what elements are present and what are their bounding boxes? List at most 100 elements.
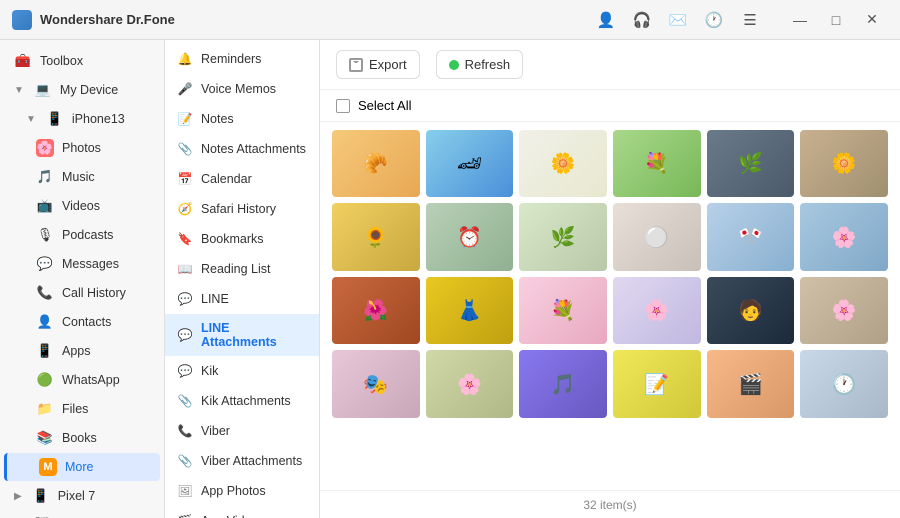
mid-item-bookmarks[interactable]: 🔖 Bookmarks — [165, 224, 319, 254]
safari-history-icon: 🧭 — [177, 201, 193, 217]
sidebar-item-my-device[interactable]: ▼ 💻 My Device — [4, 76, 160, 104]
photo-cell-p5[interactable]: 🌿 — [707, 130, 795, 197]
kik-attachments-icon: 📎 — [177, 393, 193, 409]
mid-item-line[interactable]: 💬 LINE — [165, 284, 319, 314]
sidebar-item-files[interactable]: 📁 Files — [4, 395, 160, 423]
iphone13-chevron: ▼ — [26, 114, 36, 125]
photo-cell-p20[interactable]: 🌸 — [426, 350, 514, 417]
sidebar-item-videos[interactable]: 📺 Videos — [4, 192, 160, 220]
sidebar-item-more[interactable]: M More — [4, 453, 160, 481]
sidebar: 🧰 Toolbox ▼ 💻 My Device ▼ 📱 iPhone13 🌸 P… — [0, 40, 165, 518]
photo-cell-p19[interactable]: 🎭 — [332, 350, 420, 417]
line-icon: 💬 — [177, 291, 193, 307]
photo-cell-p18[interactable]: 🌸 — [800, 277, 888, 344]
reading-list-icon: 📖 — [177, 261, 193, 277]
mid-item-app-photos[interactable]: 🖼 App Photos — [165, 476, 319, 506]
photo-cell-p8[interactable]: ⏰ — [426, 203, 514, 270]
app-photos-icon: 🖼 — [177, 483, 193, 499]
photo-cell-p9[interactable]: 🌿 — [519, 203, 607, 270]
maximize-button[interactable]: □ — [820, 6, 852, 34]
export-icon — [349, 58, 363, 72]
photo-cell-p12[interactable]: 🌸 — [800, 203, 888, 270]
photo-cell-p4[interactable]: 💐 — [613, 130, 701, 197]
app-icon — [12, 10, 32, 30]
bookmarks-label: Bookmarks — [201, 232, 264, 246]
photo-cell-p7[interactable]: 🌻 — [332, 203, 420, 270]
menu-icon[interactable]: ☰ — [736, 6, 764, 34]
mid-item-viber[interactable]: 📞 Viber — [165, 416, 319, 446]
mid-item-notes[interactable]: 📝 Notes — [165, 104, 319, 134]
sidebar-item-contacts[interactable]: 👤 Contacts — [4, 308, 160, 336]
sidebar-item-photos[interactable]: 🌸 Photos — [4, 134, 160, 162]
mid-item-line-attachments[interactable]: 💬 LINE Attachments — [165, 314, 319, 356]
sidebar-item-apps[interactable]: 📱 Apps — [4, 337, 160, 365]
sidebar-item-toolbox[interactable]: 🧰 Toolbox — [4, 47, 160, 75]
mid-item-safari-history[interactable]: 🧭 Safari History — [165, 194, 319, 224]
select-all-row: Select All — [320, 90, 900, 122]
sidebar-item-podcasts[interactable]: 🎙 Podcasts — [4, 221, 160, 249]
close-button[interactable]: ✕ — [856, 6, 888, 34]
mid-item-kik-attachments[interactable]: 📎 Kik Attachments — [165, 386, 319, 416]
mid-item-calendar[interactable]: 📅 Calendar — [165, 164, 319, 194]
history-icon[interactable]: 🕐 — [700, 6, 728, 34]
mid-item-viber-attachments[interactable]: 📎 Viber Attachments — [165, 446, 319, 476]
sidebar-item-messages[interactable]: 💬 Messages — [4, 250, 160, 278]
photo-cell-p3[interactable]: 🌼 — [519, 130, 607, 197]
content-footer: 32 item(s) — [320, 490, 900, 518]
sidebar-item-my-backup[interactable]: ▼ 💾 My Backup — [4, 511, 160, 518]
photo-cell-p15[interactable]: 💐 — [519, 277, 607, 344]
photo-cell-p21[interactable]: 🎵 — [519, 350, 607, 417]
mid-item-app-videos[interactable]: 🎬 App Videos — [165, 506, 319, 518]
sidebar-item-pixel7[interactable]: ▶ 📱 Pixel 7 — [4, 482, 160, 510]
messages-icon: 💬 — [36, 255, 54, 273]
sidebar-item-iphone13[interactable]: ▼ 📱 iPhone13 — [4, 105, 160, 133]
photo-p3: 🌼 — [519, 130, 607, 197]
photo-cell-p2[interactable]: 🏎 — [426, 130, 514, 197]
more-icon: M — [39, 458, 57, 476]
headset-icon[interactable]: 🎧 — [628, 6, 656, 34]
photo-cell-p24[interactable]: 🕐 — [800, 350, 888, 417]
mid-item-kik[interactable]: 💬 Kik — [165, 356, 319, 386]
app-videos-label: App Videos — [201, 514, 265, 518]
export-button[interactable]: Export — [336, 50, 420, 79]
mid-item-reading-list[interactable]: 📖 Reading List — [165, 254, 319, 284]
photo-cell-p1[interactable]: 🥐 — [332, 130, 420, 197]
sidebar-item-call-history[interactable]: 📞 Call History — [4, 279, 160, 307]
photo-cell-p6[interactable]: 🌼 — [800, 130, 888, 197]
photo-cell-p17[interactable]: 🧑 — [707, 277, 795, 344]
call-history-icon: 📞 — [36, 284, 54, 302]
photo-cell-p11[interactable]: 🎌 — [707, 203, 795, 270]
mid-item-reminders[interactable]: 🔔 Reminders — [165, 44, 319, 74]
photo-p10: ⚪ — [613, 203, 701, 270]
sidebar-item-whatsapp[interactable]: 🟢 WhatsApp — [4, 366, 160, 394]
photo-cell-p22[interactable]: 📝 — [613, 350, 701, 417]
photo-p9: 🌿 — [519, 203, 607, 270]
photo-cell-p13[interactable]: 🌺 — [332, 277, 420, 344]
pixel7-icon: 📱 — [32, 487, 50, 505]
profile-icon[interactable]: 👤 — [592, 6, 620, 34]
viber-attachments-icon: 📎 — [177, 453, 193, 469]
photo-cell-p14[interactable]: 👗 — [426, 277, 514, 344]
select-all-checkbox[interactable] — [336, 99, 350, 113]
photo-p24: 🕐 — [800, 350, 888, 417]
photo-cell-p10[interactable]: ⚪ — [613, 203, 701, 270]
mail-icon[interactable]: ✉️ — [664, 6, 692, 34]
photo-cell-p16[interactable]: 🌸 — [613, 277, 701, 344]
mid-item-notes-attachments[interactable]: 📎 Notes Attachments — [165, 134, 319, 164]
photo-row-4: 🎭 🌸 🎵 📝 🎬 🕐 — [332, 350, 888, 417]
photo-cell-p23[interactable]: 🎬 — [707, 350, 795, 417]
mid-panel: 🔔 Reminders 🎤 Voice Memos 📝 Notes 📎 Note… — [165, 40, 320, 518]
files-label: Files — [62, 402, 88, 416]
refresh-button[interactable]: Refresh — [436, 50, 524, 79]
mid-item-voice-memos[interactable]: 🎤 Voice Memos — [165, 74, 319, 104]
reminders-icon: 🔔 — [177, 51, 193, 67]
photo-row-1: 🥐 🏎 🌼 💐 🌿 🌼 — [332, 130, 888, 197]
sidebar-item-books[interactable]: 📚 Books — [4, 424, 160, 452]
minimize-button[interactable]: — — [784, 6, 816, 34]
photo-p8: ⏰ — [426, 203, 514, 270]
photo-p16: 🌸 — [613, 277, 701, 344]
sidebar-item-music[interactable]: 🎵 Music — [4, 163, 160, 191]
app-title: Wondershare Dr.Fone — [40, 12, 584, 27]
titlebar: Wondershare Dr.Fone 👤 🎧 ✉️ 🕐 ☰ — □ ✕ — [0, 0, 900, 40]
podcasts-icon: 🎙 — [36, 226, 54, 244]
